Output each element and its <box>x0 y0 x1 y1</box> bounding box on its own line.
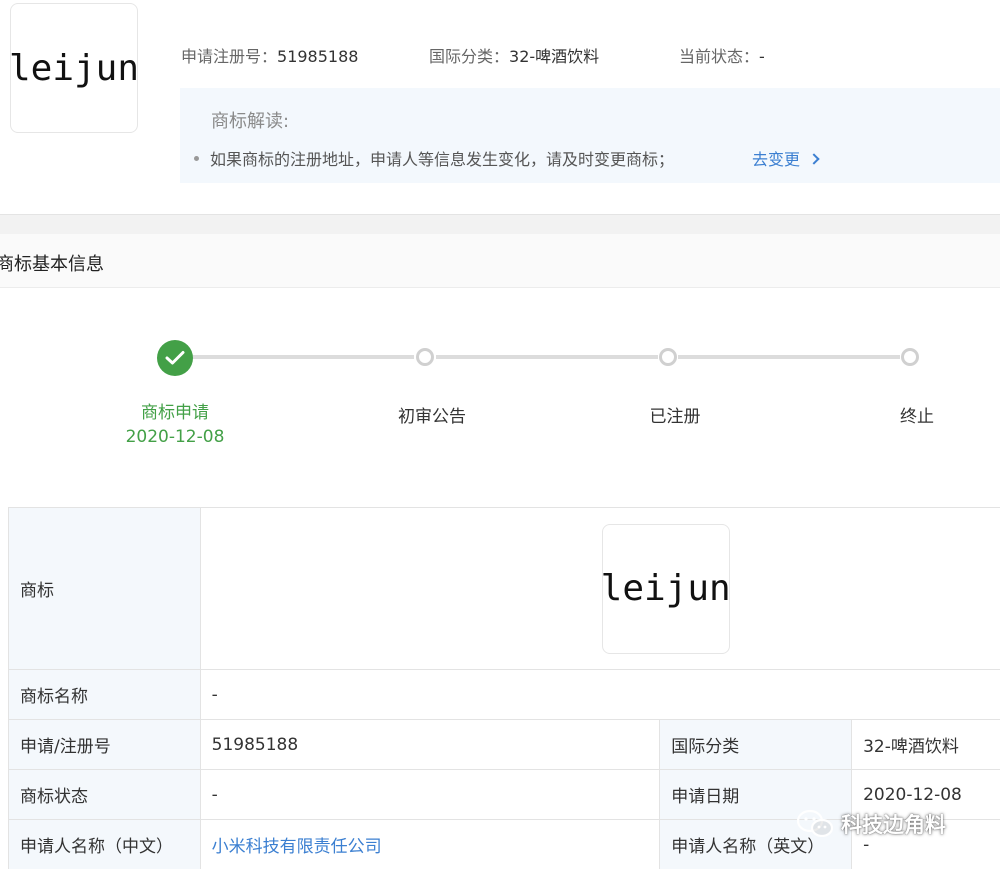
name-value: - <box>199 669 1000 720</box>
status-value: - <box>759 47 765 66</box>
applicant-cn-link[interactable]: 小米科技有限责任公司 <box>212 837 382 857</box>
section-title: 商标基本信息 <box>0 254 104 275</box>
watermark: 科技边角料 <box>795 808 946 840</box>
step-pending-node-icon <box>659 348 677 366</box>
trademark-logo-cell: leijun <box>199 507 1000 670</box>
intl-class-label: 国际分类： <box>429 47 510 66</box>
intl-class-value: 32-啤酒饮料 <box>851 719 1000 770</box>
trademark-logo-image[interactable]: leijun <box>600 523 731 654</box>
progress-track-2 <box>436 355 658 359</box>
step-apply-date: 2020-12-08 <box>125 427 225 447</box>
explain-item-text: 如果商标的注册地址，申请人等信息发生变化，请及时变更商标； <box>210 150 675 169</box>
table-row: 商标 leijun <box>8 507 1000 670</box>
change-trademark-link[interactable]: 去变更 <box>752 146 820 170</box>
status-value: - <box>199 769 661 820</box>
step-pending-node-icon <box>416 348 434 366</box>
reg-no-value: 51985188 <box>199 719 661 770</box>
intl-class-value: 32-啤酒饮料 <box>509 47 600 66</box>
reg-no-meta: 申请注册号：51985188 <box>181 43 358 67</box>
reg-no-key: 申请/注册号 <box>8 719 201 770</box>
explain-item: 如果商标的注册地址，申请人等信息发生变化，请及时变更商标； <box>194 146 674 170</box>
status-meta: 当前状态：- <box>679 43 765 67</box>
progress-track-1 <box>192 355 414 359</box>
wechat-icon <box>796 809 834 838</box>
step-pending-node-icon <box>901 348 919 366</box>
section-header: 商标基本信息 <box>0 234 1000 288</box>
change-link-label: 去变更 <box>752 150 801 169</box>
bullet-dot-icon <box>194 156 199 161</box>
trademark-key: 商标 <box>8 507 201 670</box>
applicant-cn-cell: 小米科技有限责任公司 <box>199 819 661 869</box>
status-label: 当前状态： <box>679 47 760 66</box>
watermark-text: 科技边角料 <box>841 813 946 837</box>
trademark-explain-panel: 商标解读: 如果商标的注册地址，申请人等信息发生变化，请及时变更商标； 去变更 <box>180 88 1000 183</box>
status-key: 商标状态 <box>8 769 201 820</box>
step-registered-label: 已注册 <box>649 407 701 427</box>
progress-track-3 <box>678 355 900 359</box>
reg-no-label: 申请注册号： <box>181 47 278 66</box>
trademark-logo-text: leijun <box>8 47 140 89</box>
intl-class-meta: 国际分类：32-啤酒饮料 <box>429 43 599 67</box>
table-row: 商标名称 - <box>8 669 1000 720</box>
explain-title: 商标解读: <box>211 111 290 132</box>
step-terminated-label: 终止 <box>900 407 934 427</box>
applicant-cn-key: 申请人名称（中文） <box>8 819 201 869</box>
trademark-logo-thumbnail[interactable]: leijun <box>8 3 140 133</box>
reg-no-value: 51985188 <box>277 47 359 66</box>
step-apply-label: 商标申请 <box>141 403 209 423</box>
trademark-logo-text: leijun <box>600 568 731 609</box>
step-done-check-icon <box>157 340 193 376</box>
chevron-right-icon <box>808 153 820 165</box>
table-row: 申请/注册号 51985188 国际分类 32-啤酒饮料 <box>8 719 1000 770</box>
intl-class-key: 国际分类 <box>659 719 853 770</box>
name-key: 商标名称 <box>8 669 201 720</box>
step-prelim-label: 初审公告 <box>398 407 466 427</box>
section-divider <box>0 214 1000 234</box>
